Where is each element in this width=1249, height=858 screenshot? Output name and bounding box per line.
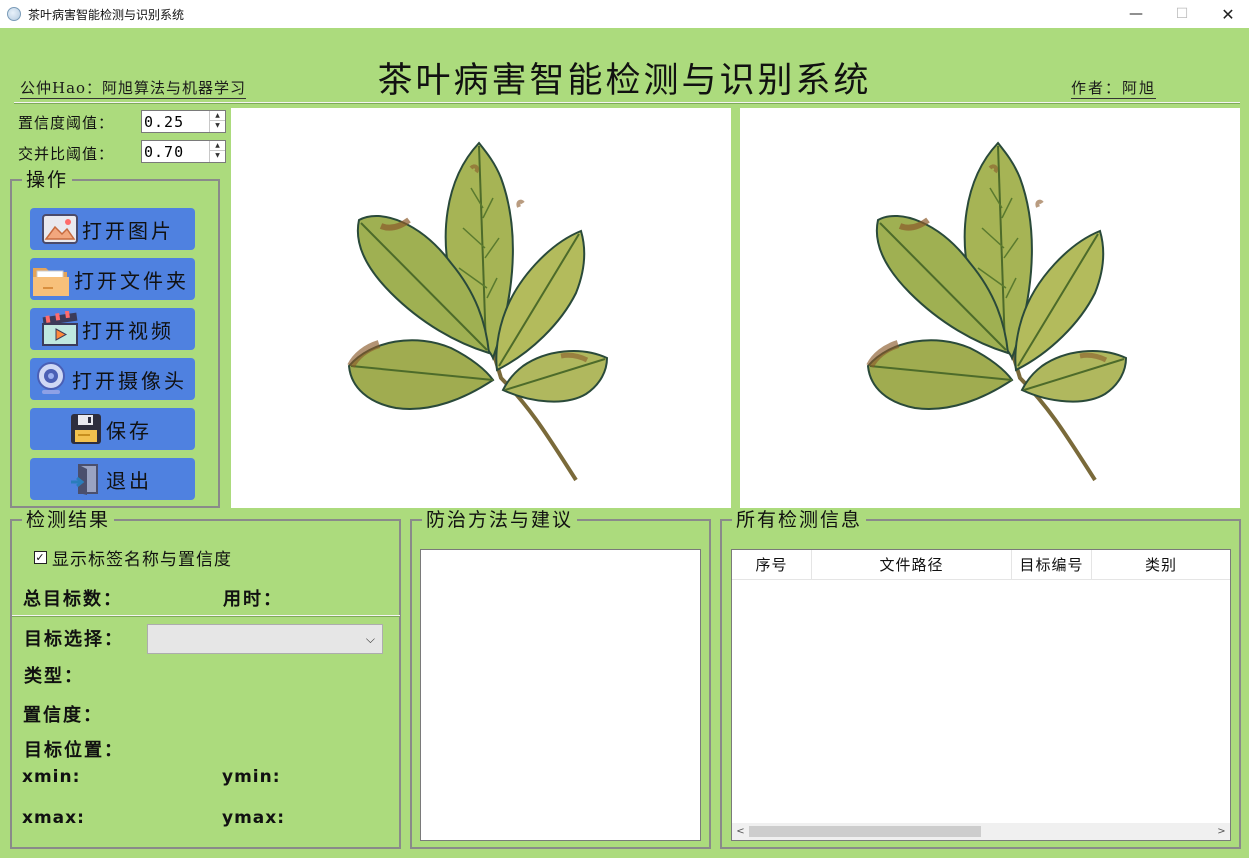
original-image-panel (231, 108, 731, 508)
detection-results-group: 检测结果 ✓ 显示标签名称与置信度 总目标数： 用时： 目标选择： ⌵ 类型： … (10, 509, 401, 849)
column-header-target-id[interactable]: 目标编号 (1012, 550, 1092, 580)
ymin-label: ymin: (222, 767, 281, 787)
chevron-down-icon: ⌵ (365, 632, 375, 646)
video-icon (40, 311, 80, 347)
image-icon (40, 211, 80, 247)
open-image-button[interactable]: 打开图片 (30, 208, 195, 250)
scroll-right-icon[interactable]: > (1213, 823, 1230, 840)
type-label: 类型： (24, 666, 84, 687)
tea-leaf-image (347, 141, 609, 482)
minimize-button[interactable]: — (1113, 0, 1159, 28)
open-webcam-button[interactable]: 打开摄像头 (30, 358, 195, 400)
table-header: 序号 文件路径 目标编号 类别 (732, 550, 1230, 580)
save-icon (68, 411, 104, 447)
title-divider (14, 102, 1240, 104)
all-detection-info-title: 所有检测信息 (732, 509, 867, 531)
prevention-advice-textbox[interactable] (420, 549, 701, 841)
prevention-advice-title: 防治方法与建议 (422, 509, 578, 531)
open-webcam-label: 打开摄像头 (72, 368, 187, 393)
confidence-threshold-input[interactable] (142, 111, 208, 132)
confidence-threshold-label: 置信度阈值： (18, 114, 115, 132)
xmax-label: xmax: (22, 808, 85, 828)
spin-up-icon[interactable]: ▲ (210, 141, 225, 151)
checkbox-check-icon[interactable]: ✓ (34, 551, 47, 564)
time-label: 用时： (223, 589, 283, 610)
scrollbar-thumb[interactable] (749, 826, 981, 837)
show-labels-checkbox[interactable]: ✓ 显示标签名称与置信度 (34, 545, 232, 570)
window-titlebar: 茶叶病害智能检测与识别系统 — ☐ ✕ (0, 0, 1249, 28)
confidence-threshold-spinbox[interactable]: ▲▼ (141, 110, 226, 133)
close-button[interactable]: ✕ (1205, 0, 1249, 28)
ymax-label: ymax: (222, 808, 286, 828)
detection-info-table[interactable]: 序号 文件路径 目标编号 类别 < > (731, 549, 1231, 841)
save-button[interactable]: 保存 (30, 408, 195, 450)
webcam-icon (32, 361, 70, 397)
main-window: 茶叶病害智能检测与识别系统 公仲Hao：阿旭算法与机器学习 作者：阿旭 置信度阈… (0, 28, 1249, 858)
iou-threshold-label: 交并比阈值： (18, 145, 115, 163)
spin-up-icon[interactable]: ▲ (210, 111, 225, 121)
iou-threshold-spinbox[interactable]: ▲▼ (141, 140, 226, 163)
detection-results-title: 检测结果 (22, 509, 115, 531)
open-folder-label: 打开文件夹 (74, 268, 189, 293)
column-header-index[interactable]: 序号 (732, 550, 812, 580)
target-select-dropdown[interactable]: ⌵ (147, 624, 383, 654)
spin-down-icon[interactable]: ▼ (210, 121, 225, 131)
window-title: 茶叶病害智能检测与识别系统 (28, 7, 185, 22)
column-header-class[interactable]: 类别 (1092, 550, 1230, 580)
show-labels-text: 显示标签名称与置信度 (52, 550, 232, 570)
total-targets-label: 总目标数： (23, 589, 123, 610)
tea-leaf-result-image (866, 141, 1128, 482)
target-select-label: 目标选择： (24, 629, 124, 650)
app-icon (7, 7, 21, 21)
all-detection-info-group: 所有检测信息 序号 文件路径 目标编号 类别 < > (720, 509, 1241, 849)
scroll-left-icon[interactable]: < (732, 823, 749, 840)
iou-threshold-input[interactable] (142, 141, 208, 162)
exit-icon (68, 461, 104, 497)
exit-label: 退出 (106, 468, 152, 493)
save-label: 保存 (106, 418, 152, 443)
open-image-label: 打开图片 (82, 218, 174, 243)
maximize-button[interactable]: ☐ (1159, 0, 1205, 28)
confidence-label: 置信度： (23, 705, 103, 726)
xmin-label: xmin: (22, 767, 81, 787)
prevention-advice-group: 防治方法与建议 (410, 509, 711, 849)
open-video-button[interactable]: 打开视频 (30, 308, 195, 350)
spin-down-icon[interactable]: ▼ (210, 151, 225, 161)
results-divider (12, 615, 400, 617)
open-video-label: 打开视频 (82, 318, 174, 343)
public-account-label: 公仲Hao：阿旭算法与机器学习 (20, 79, 247, 99)
exit-button[interactable]: 退出 (30, 458, 195, 500)
column-header-file-path[interactable]: 文件路径 (812, 550, 1012, 580)
horizontal-scrollbar[interactable]: < > (732, 823, 1230, 840)
result-image-panel (740, 108, 1240, 508)
target-position-label: 目标位置： (24, 740, 124, 761)
author-label: 作者：阿旭 (1071, 79, 1157, 99)
open-folder-button[interactable]: 打开文件夹 (30, 258, 195, 300)
folder-icon (30, 261, 72, 297)
operations-title: 操作 (22, 169, 73, 191)
